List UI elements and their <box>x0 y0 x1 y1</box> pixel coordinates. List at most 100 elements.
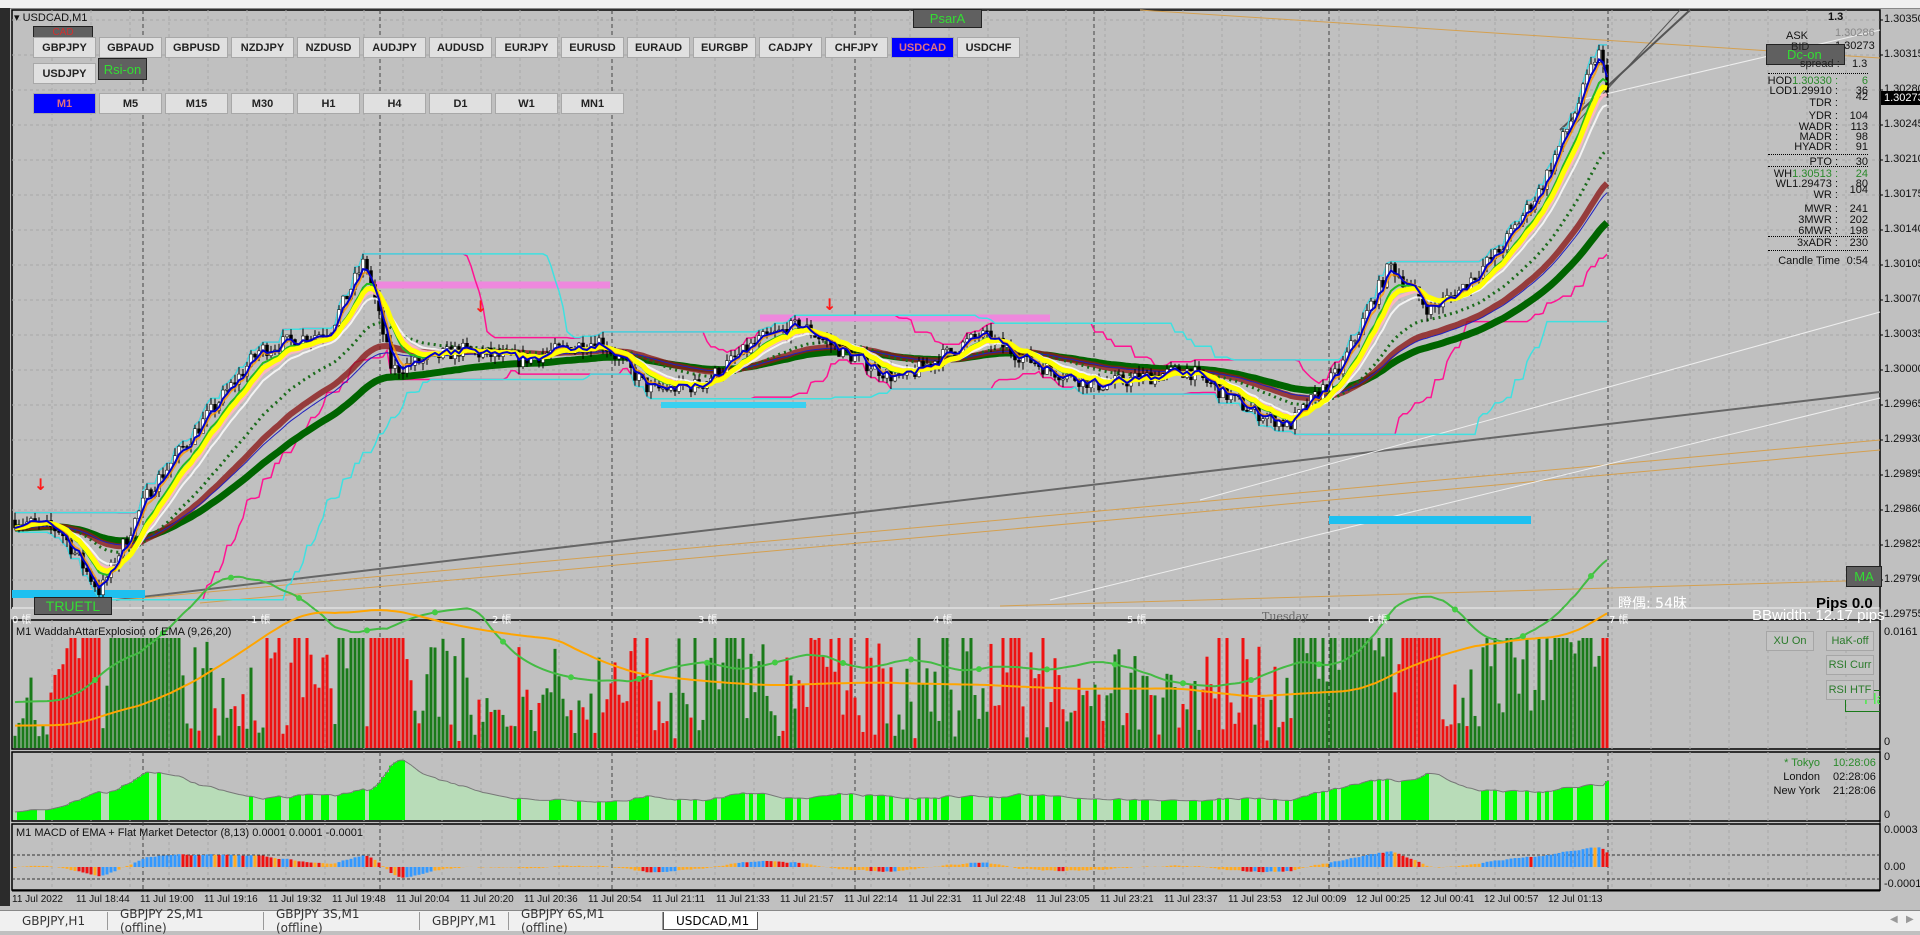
macd-bar <box>714 866 717 867</box>
wae-bar <box>994 706 997 748</box>
symbol-button-eurusd[interactable]: EURUSD <box>561 37 624 58</box>
macd-bar <box>242 856 245 867</box>
wae-bar <box>378 638 381 748</box>
symbol-button-usdjpy[interactable]: USDJPY <box>33 63 96 84</box>
macd-bar <box>318 863 321 867</box>
session-bar <box>813 797 817 820</box>
macd-bar <box>86 867 89 873</box>
chart-tab[interactable]: GBPJPY 2S,M1 (offline) <box>108 912 264 930</box>
chart-menu-triangle-icon[interactable]: ▾ <box>14 12 20 24</box>
symbol-button-audusd[interactable]: AUDUSD <box>429 37 492 58</box>
wae-bar <box>1438 638 1441 748</box>
macd-bar <box>1374 854 1377 867</box>
wae-bar <box>1210 684 1213 748</box>
wae-bar <box>330 688 333 748</box>
macd-bar <box>1314 865 1317 867</box>
chart-tab[interactable]: GBPJPY,H1 <box>10 912 108 930</box>
tab-scroll-right-icon[interactable]: ▶ <box>1906 914 1914 925</box>
macd-bar <box>158 856 161 867</box>
wae-bar <box>86 638 89 748</box>
macd-bar <box>954 865 957 867</box>
session-bar <box>265 798 269 820</box>
candle-body <box>162 475 165 478</box>
chart-tab[interactable]: USDCAD,M1 <box>663 912 758 930</box>
symbol-button-usdchf[interactable]: USDCHF <box>957 37 1020 58</box>
timeframe-button-w1[interactable]: W1 <box>495 93 558 114</box>
macd-bar <box>30 866 33 867</box>
timeframe-button-m30[interactable]: M30 <box>231 93 294 114</box>
psar-object[interactable]: PsarA <box>913 9 982 28</box>
wae-bar <box>730 638 733 748</box>
tab-scroll-left-icon[interactable]: ◀ <box>1890 914 1898 925</box>
info-label: WR : <box>1748 189 1838 201</box>
session-bar <box>1369 780 1373 820</box>
macd-bar <box>586 866 589 867</box>
macd-bar <box>82 867 85 872</box>
macd-bar <box>530 867 533 868</box>
info-label: 3xADR : <box>1748 237 1838 249</box>
symbol-button-usdcad[interactable]: USDCAD <box>891 37 954 58</box>
macd-bar <box>670 867 673 871</box>
session-bar <box>1089 799 1093 820</box>
symbol-button-chfjpy[interactable]: CHFJPY <box>825 37 888 58</box>
timeframe-button-m5[interactable]: M5 <box>99 93 162 114</box>
session-bar <box>1577 787 1581 820</box>
rsi-on-object[interactable]: Rsi-on <box>98 58 147 80</box>
divider <box>1768 236 1868 237</box>
timeframe-button-m15[interactable]: M15 <box>165 93 228 114</box>
wae-bar <box>874 735 877 748</box>
timeframe-button-m1[interactable]: M1 <box>33 93 96 114</box>
session-name: * Tokyo <box>1730 757 1820 769</box>
wae-bar <box>1010 638 1013 748</box>
ma-object[interactable]: MA <box>1846 566 1882 587</box>
rsi-curr-button[interactable]: RSI Curr <box>1826 655 1874 675</box>
session-bar <box>1217 798 1221 820</box>
symbol-button-audjpy[interactable]: AUDJPY <box>363 37 426 58</box>
timeframe-button-h4[interactable]: H4 <box>363 93 426 114</box>
wae-bar <box>1158 735 1161 748</box>
macd-bar <box>1470 864 1473 867</box>
wae-bar <box>122 638 125 748</box>
divider <box>1768 166 1868 167</box>
macd-bar <box>1342 860 1345 867</box>
wae-bar <box>590 694 593 748</box>
symbol-button-gbpusd[interactable]: GBPUSD <box>165 37 228 58</box>
rsi-htf-button[interactable]: RSI HTF <box>1826 680 1874 700</box>
wae-bar <box>14 736 17 748</box>
timeframe-button-h1[interactable]: H1 <box>297 93 360 114</box>
macd-bar <box>750 862 753 867</box>
timeframe-button-d1[interactable]: D1 <box>429 93 492 114</box>
chart-tab[interactable]: GBPJPY,M1 <box>420 912 509 930</box>
session-bar <box>917 798 921 820</box>
timeframe-button-mn1[interactable]: MN1 <box>561 93 624 114</box>
macd-bar <box>1542 856 1545 867</box>
wae-bar <box>1454 684 1457 748</box>
hak-off-button[interactable]: HaK-off <box>1826 631 1874 651</box>
macd-bar <box>666 867 669 872</box>
wae-bar <box>46 734 49 748</box>
symbol-button-gbpjpy[interactable]: GBPJPY <box>33 37 96 58</box>
symbol-button-eurgbp[interactable]: EURGBP <box>693 37 756 58</box>
xu-on-button[interactable]: XU On <box>1766 631 1814 651</box>
chart-canvas[interactable]: ↓↓↓ <box>0 0 1920 930</box>
wae-bar <box>190 728 193 748</box>
symbol-button-eurjpy[interactable]: EURJPY <box>495 37 558 58</box>
symbol-button-gbpaud[interactable]: GBPAUD <box>99 37 162 58</box>
macd-bar <box>770 861 773 867</box>
session-bar <box>689 800 693 820</box>
symbol-button-cadjpy[interactable]: CADJPY <box>759 37 822 58</box>
chart-tab[interactable]: GBPJPY 6S,M1 (offline) <box>509 912 663 930</box>
macd-bar <box>626 867 629 868</box>
wae-title: M1 WaddahAttarExplosion of EMA (9,26,20) <box>16 626 231 638</box>
wae-bar <box>1502 712 1505 748</box>
session-bar <box>117 789 121 820</box>
chart-tab[interactable]: GBPJPY 3S,M1 (offline) <box>264 912 420 930</box>
wae-bar <box>358 638 361 748</box>
session-bar <box>737 794 741 820</box>
symbol-button-nzdjpy[interactable]: NZDJPY <box>231 37 294 58</box>
symbol-button-nzdusd[interactable]: NZDUSD <box>297 37 360 58</box>
truetl-object[interactable]: TRUETL <box>34 597 112 615</box>
session-bar <box>1181 801 1185 820</box>
macd-bar <box>694 867 697 869</box>
symbol-button-euraud[interactable]: EURAUD <box>627 37 690 58</box>
